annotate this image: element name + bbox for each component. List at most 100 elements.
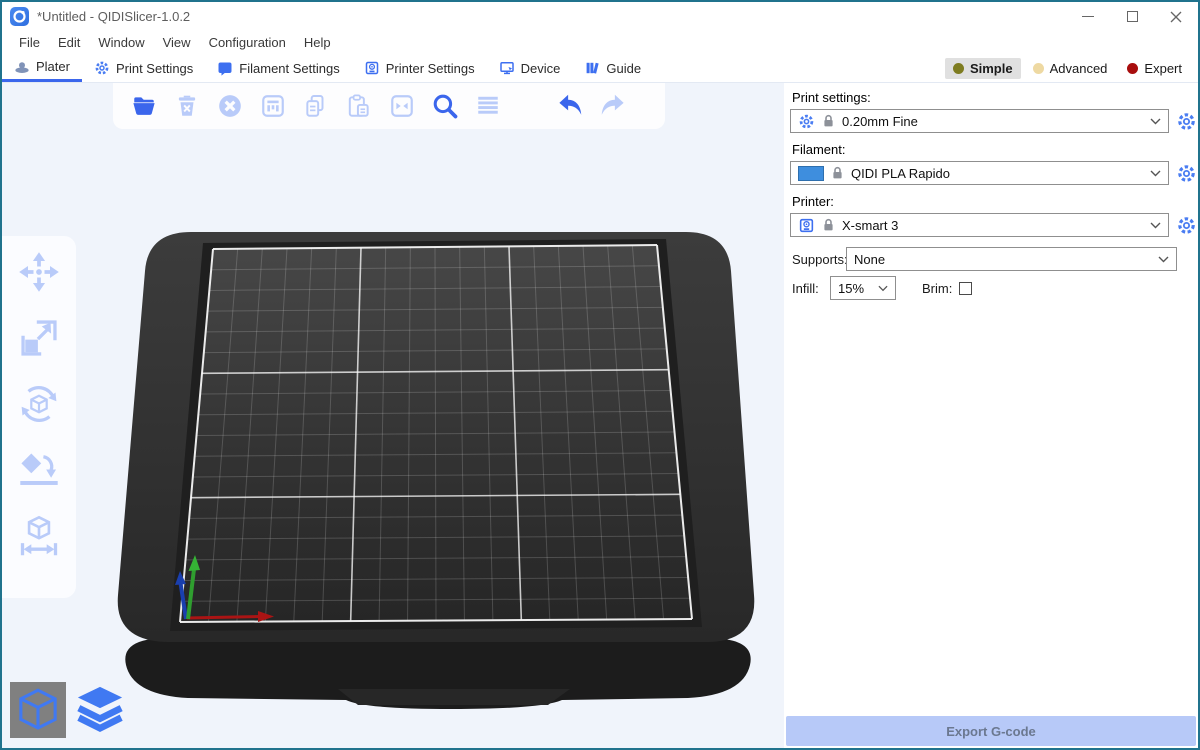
export-gcode-button[interactable]: Export G-code: [786, 716, 1196, 746]
menu-configuration[interactable]: Configuration: [200, 35, 295, 50]
lock-icon: [822, 114, 835, 128]
filament-gear-button[interactable]: [1174, 161, 1198, 185]
print-settings-value: 0.20mm Fine: [842, 114, 1143, 129]
printer-combo[interactable]: X-smart 3: [790, 213, 1169, 237]
split-arrows-icon: [389, 93, 415, 119]
minimize-button[interactable]: [1066, 2, 1110, 31]
settings-panel: Print settings: 0.20mm Fine: [784, 83, 1198, 748]
filament-icon: [217, 60, 233, 76]
infill-label: Infill:: [790, 281, 830, 296]
chevron-down-icon: [1150, 222, 1161, 229]
layers-stack-icon: [75, 685, 125, 735]
paste-button[interactable]: [344, 91, 374, 121]
arrange-button[interactable]: [258, 91, 288, 121]
advanced-dot-icon: [1033, 63, 1044, 74]
gear-icon: [1176, 111, 1197, 132]
tab-label: Printer Settings: [386, 61, 475, 76]
plater-toolbar: [113, 83, 665, 129]
tab-label: Device: [521, 61, 561, 76]
tab-plater[interactable]: Plater: [2, 54, 82, 82]
measure-gizmo-button[interactable]: [17, 514, 61, 558]
print-bed: [2, 83, 784, 748]
search-button[interactable]: [430, 91, 460, 121]
menu-edit[interactable]: Edit: [49, 35, 89, 50]
supports-combo[interactable]: None: [846, 247, 1177, 271]
tab-guide[interactable]: Guide: [572, 54, 653, 82]
gear-icon: [94, 60, 110, 76]
delete-button[interactable]: [172, 91, 202, 121]
scale-gizmo-button[interactable]: [17, 316, 61, 360]
filament-color-swatch: [798, 166, 824, 181]
variable-layer-height-button[interactable]: [473, 91, 503, 121]
print-settings-label: Print settings:: [792, 90, 1198, 105]
place-on-face-gizmo-button[interactable]: [17, 448, 61, 492]
tab-printer-settings[interactable]: Printer Settings: [352, 54, 487, 82]
menu-window[interactable]: Window: [89, 35, 153, 50]
menu-help[interactable]: Help: [295, 35, 340, 50]
tab-label: Plater: [36, 59, 70, 74]
printer-icon: [364, 60, 380, 76]
menu-bar: File Edit Window View Configuration Help: [2, 31, 1198, 54]
print-settings-gear-button[interactable]: [1174, 109, 1198, 133]
mode-simple[interactable]: Simple: [945, 58, 1021, 79]
open-button[interactable]: [129, 91, 159, 121]
copy-button[interactable]: [301, 91, 331, 121]
delete-all-button[interactable]: [215, 91, 245, 121]
qidislicer-window: *Untitled - QIDISlicer-1.0.2 File Edit W…: [0, 0, 1200, 750]
rotate-gizmo-button[interactable]: [17, 382, 61, 426]
arrange-icon: [260, 93, 286, 119]
tab-device[interactable]: Device: [487, 54, 573, 82]
tab-print-settings[interactable]: Print Settings: [82, 54, 205, 82]
gear-icon: [1176, 163, 1197, 184]
menu-file[interactable]: File: [10, 35, 49, 50]
maximize-button[interactable]: [1110, 2, 1154, 31]
close-button[interactable]: [1154, 2, 1198, 31]
minimize-icon: [1082, 16, 1094, 17]
brim-checkbox[interactable]: [959, 282, 972, 295]
gizmo-toolbar: [2, 236, 76, 598]
device-monitor-icon: [499, 60, 515, 76]
move-gizmo-button[interactable]: [17, 250, 61, 294]
printer-gear-button[interactable]: [1174, 213, 1198, 237]
filament-value: QIDI PLA Rapido: [851, 166, 1143, 181]
chevron-down-icon: [1150, 170, 1161, 177]
copy-icon: [303, 93, 329, 119]
app-logo-icon: [10, 7, 29, 26]
guide-books-icon: [584, 60, 600, 76]
printer-value: X-smart 3: [842, 218, 1143, 233]
chevron-down-icon: [1158, 256, 1169, 263]
chevron-down-icon: [1150, 118, 1161, 125]
main-area: Print settings: 0.20mm Fine: [2, 83, 1198, 748]
tab-label: Filament Settings: [239, 61, 339, 76]
menu-view[interactable]: View: [154, 35, 200, 50]
printer-label: Printer:: [792, 194, 1198, 209]
print-settings-combo[interactable]: 0.20mm Fine: [790, 109, 1169, 133]
redo-icon: [598, 91, 628, 121]
supports-label: Supports:: [790, 252, 846, 267]
infill-value: 15%: [838, 281, 871, 296]
simple-dot-icon: [953, 63, 964, 74]
export-gcode-label: Export G-code: [946, 724, 1036, 739]
brim-label: Brim:: [922, 281, 952, 296]
redo-button[interactable]: [598, 91, 628, 121]
close-icon: [1170, 11, 1182, 23]
tab-filament-settings[interactable]: Filament Settings: [205, 54, 351, 82]
infill-combo[interactable]: 15%: [830, 276, 896, 300]
3d-editor-view-button[interactable]: [10, 682, 66, 738]
circle-x-icon: [217, 93, 243, 119]
preview-layers-view-button[interactable]: [74, 684, 126, 736]
open-folder-icon: [131, 93, 157, 119]
supports-value: None: [854, 252, 1151, 267]
undo-button[interactable]: [555, 91, 585, 121]
mode-expert[interactable]: Expert: [1119, 58, 1190, 79]
filament-combo[interactable]: QIDI PLA Rapido: [790, 161, 1169, 185]
mode-label: Advanced: [1050, 61, 1108, 76]
split-button[interactable]: [387, 91, 417, 121]
3d-viewport[interactable]: [2, 83, 784, 748]
lock-icon: [822, 218, 835, 232]
tab-bar: Plater Print Settings Filament Settings …: [2, 54, 1198, 83]
filament-label: Filament:: [792, 142, 1198, 157]
layers-list-icon: [475, 93, 501, 119]
chevron-down-icon: [878, 285, 888, 292]
mode-advanced[interactable]: Advanced: [1025, 58, 1116, 79]
